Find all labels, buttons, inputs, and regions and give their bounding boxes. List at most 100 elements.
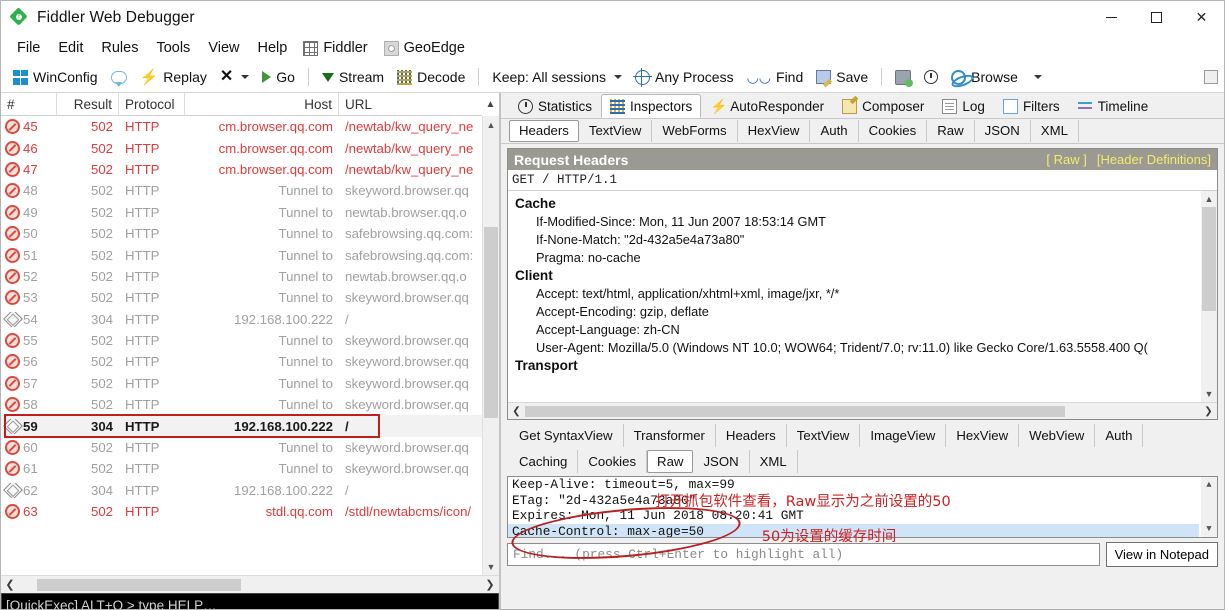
table-row[interactable]: 58 502 HTTP Tunnel to skeyword.browser.qq <box>1 394 482 415</box>
request-subtab-webforms[interactable]: WebForms <box>652 120 738 142</box>
request-headers-vscrollbar[interactable]: ▲ ▼ <box>1201 191 1217 402</box>
response-raw-body[interactable]: Keep-Alive: timeout=5, max=99 ETag: "2d-4… <box>507 476 1218 538</box>
tab-autoresponder[interactable]: ⚡ AutoResponder <box>701 94 833 118</box>
tab-timeline[interactable]: Timeline <box>1069 94 1158 118</box>
table-row[interactable]: 53 502 HTTP Tunnel to skeyword.browser.qq <box>1 287 482 308</box>
table-row[interactable]: 51 502 HTTP Tunnel to safebrowsing.qq.com: <box>1 244 482 265</box>
replay-button[interactable]: ⚡ Replay <box>134 66 213 88</box>
table-row[interactable]: 57 502 HTTP Tunnel to skeyword.browser.qq <box>1 373 482 394</box>
header-row[interactable]: Accept-Encoding: gzip, deflate <box>514 302 1195 320</box>
table-row[interactable]: 48 502 HTTP Tunnel to skeyword.browser.qq <box>1 180 482 201</box>
any-process-button[interactable]: Any Process <box>629 66 740 88</box>
find-button[interactable]: ◡◡ Find <box>741 66 810 88</box>
table-row[interactable]: 62 304 HTTP 192.168.100.222 / <box>1 480 482 501</box>
table-row[interactable]: 45 502 HTTP cm.browser.qq.com/newtab/kw_que… <box>1 116 482 137</box>
tab-filters[interactable]: Filters <box>994 94 1069 118</box>
view-in-notepad-button[interactable]: View in Notepad <box>1105 542 1218 567</box>
browse-dropdown[interactable] <box>1025 72 1048 82</box>
menu-file[interactable]: File <box>8 37 49 59</box>
headers-hscroll-track[interactable] <box>525 405 1200 418</box>
sessions-grid[interactable]: 45 502 HTTP cm.browser.qq.com/newtab/kw_que… <box>1 116 499 575</box>
request-subtab-xml[interactable]: XML <box>1031 120 1079 142</box>
request-subtab-headers[interactable]: Headers <box>509 120 579 142</box>
keep-sessions-dropdown[interactable]: Keep: All sessions <box>486 66 628 88</box>
close-button[interactable]: ✕ <box>1179 1 1224 34</box>
headers-vscroll-thumb[interactable] <box>1202 207 1216 311</box>
table-row[interactable]: 46 502 HTTP cm.browser.qq.com/newtab/kw_que… <box>1 137 482 158</box>
menu-rules[interactable]: Rules <box>92 37 147 59</box>
response-tab-xml[interactable]: XML <box>750 449 798 473</box>
response-tab-headers[interactable]: Headers <box>716 424 787 447</box>
vscroll-track[interactable] <box>483 133 499 558</box>
raw-link[interactable]: [ Raw ] <box>1046 152 1086 167</box>
table-row[interactable]: 55 502 HTTP Tunnel to skeyword.browser.qq <box>1 330 482 351</box>
decode-button[interactable]: Decode <box>391 66 471 88</box>
vscroll-thumb[interactable] <box>484 226 498 418</box>
table-row[interactable]: 50 502 HTTP Tunnel to safebrowsing.qq.com: <box>1 223 482 244</box>
table-row[interactable]: 54 304 HTTP 192.168.100.222 / <box>1 309 482 330</box>
response-tab-textview[interactable]: TextView <box>787 424 861 447</box>
column-header-number[interactable]: # <box>1 92 57 116</box>
request-subtab-json[interactable]: JSON <box>975 120 1031 142</box>
table-row[interactable]: 56 502 HTTP Tunnel to skeyword.browser.qq <box>1 351 482 372</box>
response-raw-line[interactable]: Keep-Alive: timeout=5, max=99 <box>508 477 1199 493</box>
find-input[interactable]: Find... (press Ctrl+Enter to highlight a… <box>507 543 1100 566</box>
column-header-protocol[interactable]: Protocol <box>119 92 185 116</box>
response-raw-line[interactable]: Cache-Control: max-age=50 <box>508 523 1199 537</box>
request-subtab-hexview[interactable]: HexView <box>738 120 811 142</box>
response-vertical-scrollbar[interactable]: ▲ ▼ <box>1201 477 1217 537</box>
go-button[interactable]: Go <box>256 66 301 88</box>
save-button[interactable]: Save <box>810 66 874 88</box>
winconfig-button[interactable]: WinConfig <box>7 66 104 88</box>
remove-button[interactable]: ✕ <box>214 66 255 88</box>
table-row[interactable]: 61 502 HTTP Tunnel to skeyword.browser.qq <box>1 458 482 479</box>
column-header-host[interactable]: Host <box>185 92 339 116</box>
scroll-left-button[interactable]: ❮ <box>1 576 19 594</box>
sessions-vertical-scrollbar[interactable]: ▲ ▼ <box>482 116 499 575</box>
request-subtab-cookies[interactable]: Cookies <box>859 120 928 142</box>
response-tab-transformer[interactable]: Transformer <box>624 424 716 447</box>
browse-button[interactable]: Browse <box>945 66 1024 88</box>
headers-scroll-up-button[interactable]: ▲ <box>1201 191 1217 207</box>
screenshot-button[interactable] <box>889 67 917 88</box>
scroll-down-button[interactable]: ▼ <box>483 558 499 575</box>
table-row[interactable]: 59 304 HTTP 192.168.100.222 / <box>1 415 482 437</box>
header-row[interactable]: Pragma: no-cache <box>514 248 1195 266</box>
response-tab-webview[interactable]: WebView <box>1019 424 1096 447</box>
table-row[interactable]: 47 502 HTTP cm.browser.qq.com/newtab/kw_que… <box>1 159 482 180</box>
tab-composer[interactable]: Composer <box>833 94 933 118</box>
column-header-result[interactable]: Result <box>57 92 119 116</box>
header-row[interactable]: If-Modified-Since: Mon, 11 Jun 2007 18:5… <box>514 212 1195 230</box>
tab-inspectors[interactable]: Inspectors <box>601 94 702 118</box>
table-row[interactable]: 60 502 HTTP Tunnel to skeyword.browser.qq <box>1 437 482 458</box>
scroll-up-button[interactable]: ▲ <box>483 116 499 133</box>
response-tab-get-syntaxview[interactable]: Get SyntaxView <box>509 424 624 447</box>
sessions-horizontal-scrollbar[interactable]: ❮ ❯ <box>1 575 499 593</box>
response-scroll-down-button[interactable]: ▼ <box>1201 521 1217 537</box>
header-definitions-link[interactable]: [Header Definitions] <box>1097 152 1211 167</box>
toolbar-overflow-button[interactable] <box>1198 67 1224 87</box>
response-tab-caching[interactable]: Caching <box>509 449 579 473</box>
table-row[interactable]: 52 502 HTTP Tunnel to newtab.browser.qq.o <box>1 266 482 287</box>
comment-button[interactable] <box>105 68 133 87</box>
request-headers-hscrollbar[interactable]: ❮ ❯ <box>508 402 1217 419</box>
minimize-button[interactable] <box>1089 1 1134 34</box>
request-headers-body[interactable]: Cache If-Modified-Since: Mon, 11 Jun 2007… <box>508 191 1217 402</box>
menu-help[interactable]: Help <box>248 37 296 59</box>
response-raw-line[interactable]: ETag: "2d-432a5e4a73a80" <box>508 493 1199 509</box>
response-tab-json[interactable]: JSON <box>693 449 750 473</box>
stream-button[interactable]: Stream <box>316 66 390 88</box>
hscroll-track[interactable] <box>19 578 481 592</box>
headers-vscroll-track[interactable] <box>1201 207 1217 386</box>
menu-fiddler[interactable]: Fiddler <box>296 37 376 59</box>
headers-scroll-right-button[interactable]: ❯ <box>1200 403 1217 420</box>
column-header-url[interactable]: URL <box>339 93 482 116</box>
request-subtab-textview[interactable]: TextView <box>579 120 653 142</box>
response-tab-hexview[interactable]: HexView <box>946 424 1020 447</box>
headers-scroll-down-button[interactable]: ▼ <box>1201 386 1217 402</box>
response-scroll-up-button[interactable]: ▲ <box>1201 477 1217 493</box>
hscroll-thumb[interactable] <box>37 578 241 591</box>
response-tab-raw[interactable]: Raw <box>647 449 694 473</box>
menu-geoedge[interactable]: GeoEdge <box>377 37 474 59</box>
response-tab-imageview[interactable]: ImageView <box>860 424 947 447</box>
